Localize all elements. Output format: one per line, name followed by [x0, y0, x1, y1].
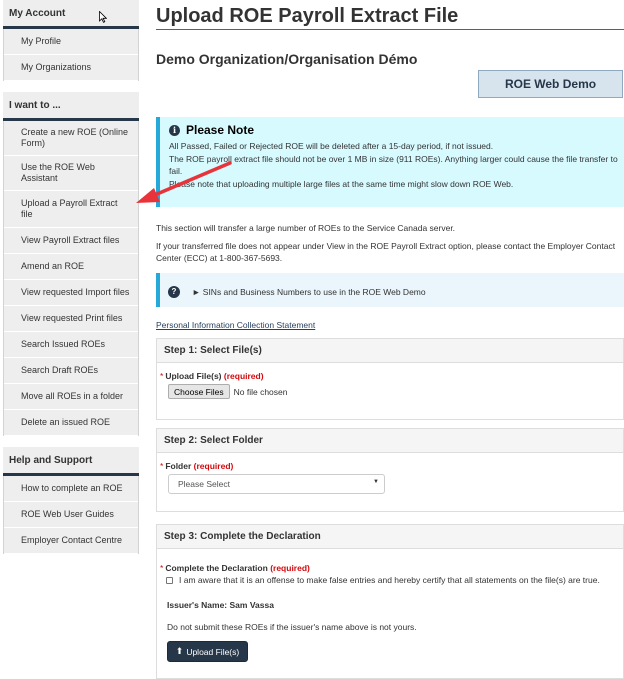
- step2-panel: Step 2: Select Folder * Folder (required)…: [156, 428, 624, 512]
- sidebar-item-how-to-complete[interactable]: How to complete an ROE: [4, 476, 138, 502]
- please-note-alert: i Please Note All Passed, Failed or Reje…: [156, 117, 624, 207]
- question-icon: ?: [168, 286, 180, 298]
- declaration-checkbox[interactable]: [166, 576, 173, 584]
- choose-files-button[interactable]: Choose Files: [168, 384, 230, 399]
- page-title: Upload ROE Payroll Extract File: [156, 0, 624, 30]
- alert-title: Please Note: [186, 123, 255, 137]
- alert-line: The ROE payroll extract file should not …: [169, 153, 618, 177]
- i-want-to-section: I want to ... Create a new ROE (Online F…: [3, 92, 139, 436]
- demo-badge: ROE Web Demo: [478, 70, 623, 98]
- sidebar-item-delete-issued-roe[interactable]: Delete an issued ROE: [4, 410, 138, 436]
- sidebar-item-create-roe[interactable]: Create a new ROE (Online Form): [4, 121, 138, 156]
- sidebar: My Account My Profile My Organizations I…: [0, 0, 140, 565]
- folder-select[interactable]: Please Select ▼: [168, 474, 385, 494]
- contact-text: If your transferred file does not appear…: [156, 241, 616, 263]
- step1-panel: Step 1: Select File(s) * Upload File(s) (…: [156, 338, 624, 420]
- declaration-label: * Complete the Declaration (required): [160, 563, 310, 573]
- sidebar-item-view-payroll-extract[interactable]: View Payroll Extract files: [4, 228, 138, 254]
- my-account-section: My Account My Profile My Organizations: [3, 0, 139, 81]
- info-icon: i: [169, 124, 180, 136]
- sidebar-item-view-print-files[interactable]: View requested Print files: [4, 306, 138, 332]
- declaration-text: I am aware that it is an offense to make…: [179, 575, 600, 585]
- issuer-name: Issuer's Name: Sam Vassa: [167, 600, 274, 610]
- sidebar-item-amend-roe[interactable]: Amend an ROE: [4, 254, 138, 280]
- i-want-to-heading: I want to ...: [3, 92, 139, 121]
- sidebar-item-roe-web-assistant[interactable]: Use the ROE Web Assistant: [4, 156, 138, 191]
- upload-icon: ⬆: [175, 646, 184, 656]
- main-content: Upload ROE Payroll Extract File Demo Org…: [156, 0, 624, 679]
- issuer-warning: Do not submit these ROEs if the issuer's…: [167, 622, 417, 632]
- sidebar-item-move-roes-folder[interactable]: Move all ROEs in a folder: [4, 384, 138, 410]
- upload-files-label: * Upload File(s) (required): [160, 371, 264, 381]
- sidebar-item-view-import-files[interactable]: View requested Import files: [4, 280, 138, 306]
- sidebar-item-user-guides[interactable]: ROE Web User Guides: [4, 502, 138, 528]
- my-account-heading: My Account: [3, 0, 139, 29]
- step1-heading: Step 1: Select File(s): [157, 339, 623, 363]
- sidebar-item-search-draft-roes[interactable]: Search Draft ROEs: [4, 358, 138, 384]
- step2-heading: Step 2: Select Folder: [157, 429, 623, 453]
- privacy-statement-link[interactable]: Personal Information Collection Statemen…: [156, 320, 315, 330]
- step3-panel: Step 3: Complete the Declaration * Comple…: [156, 524, 624, 679]
- organization-title: Demo Organization/Organisation Démo: [156, 51, 418, 67]
- mouse-pointer-icon: [99, 11, 107, 23]
- upload-files-button[interactable]: ⬆ Upload File(s): [167, 641, 248, 662]
- folder-label: * Folder (required): [160, 461, 234, 471]
- help-support-heading: Help and Support: [3, 447, 139, 476]
- sin-details-toggle[interactable]: ? ► SINs and Business Numbers to use in …: [156, 273, 624, 307]
- caret-down-icon: ▼: [373, 479, 379, 485]
- sidebar-item-my-profile[interactable]: My Profile: [4, 29, 138, 55]
- sidebar-item-my-organizations[interactable]: My Organizations: [4, 55, 138, 81]
- sidebar-item-employer-contact[interactable]: Employer Contact Centre: [4, 528, 138, 554]
- alert-line: Please note that uploading multiple larg…: [169, 178, 514, 189]
- help-support-section: Help and Support How to complete an ROE …: [3, 447, 139, 554]
- step3-heading: Step 3: Complete the Declaration: [157, 525, 623, 549]
- file-status-text: No file chosen: [233, 386, 288, 397]
- intro-text: This section will transfer a large numbe…: [156, 223, 456, 233]
- alert-line: All Passed, Failed or Rejected ROE will …: [169, 141, 494, 151]
- sin-details-label: ► SINs and Business Numbers to use in th…: [192, 287, 426, 297]
- sidebar-item-search-issued-roes[interactable]: Search Issued ROEs: [4, 332, 138, 358]
- sidebar-item-upload-payroll-extract[interactable]: Upload a Payroll Extract file: [4, 191, 138, 228]
